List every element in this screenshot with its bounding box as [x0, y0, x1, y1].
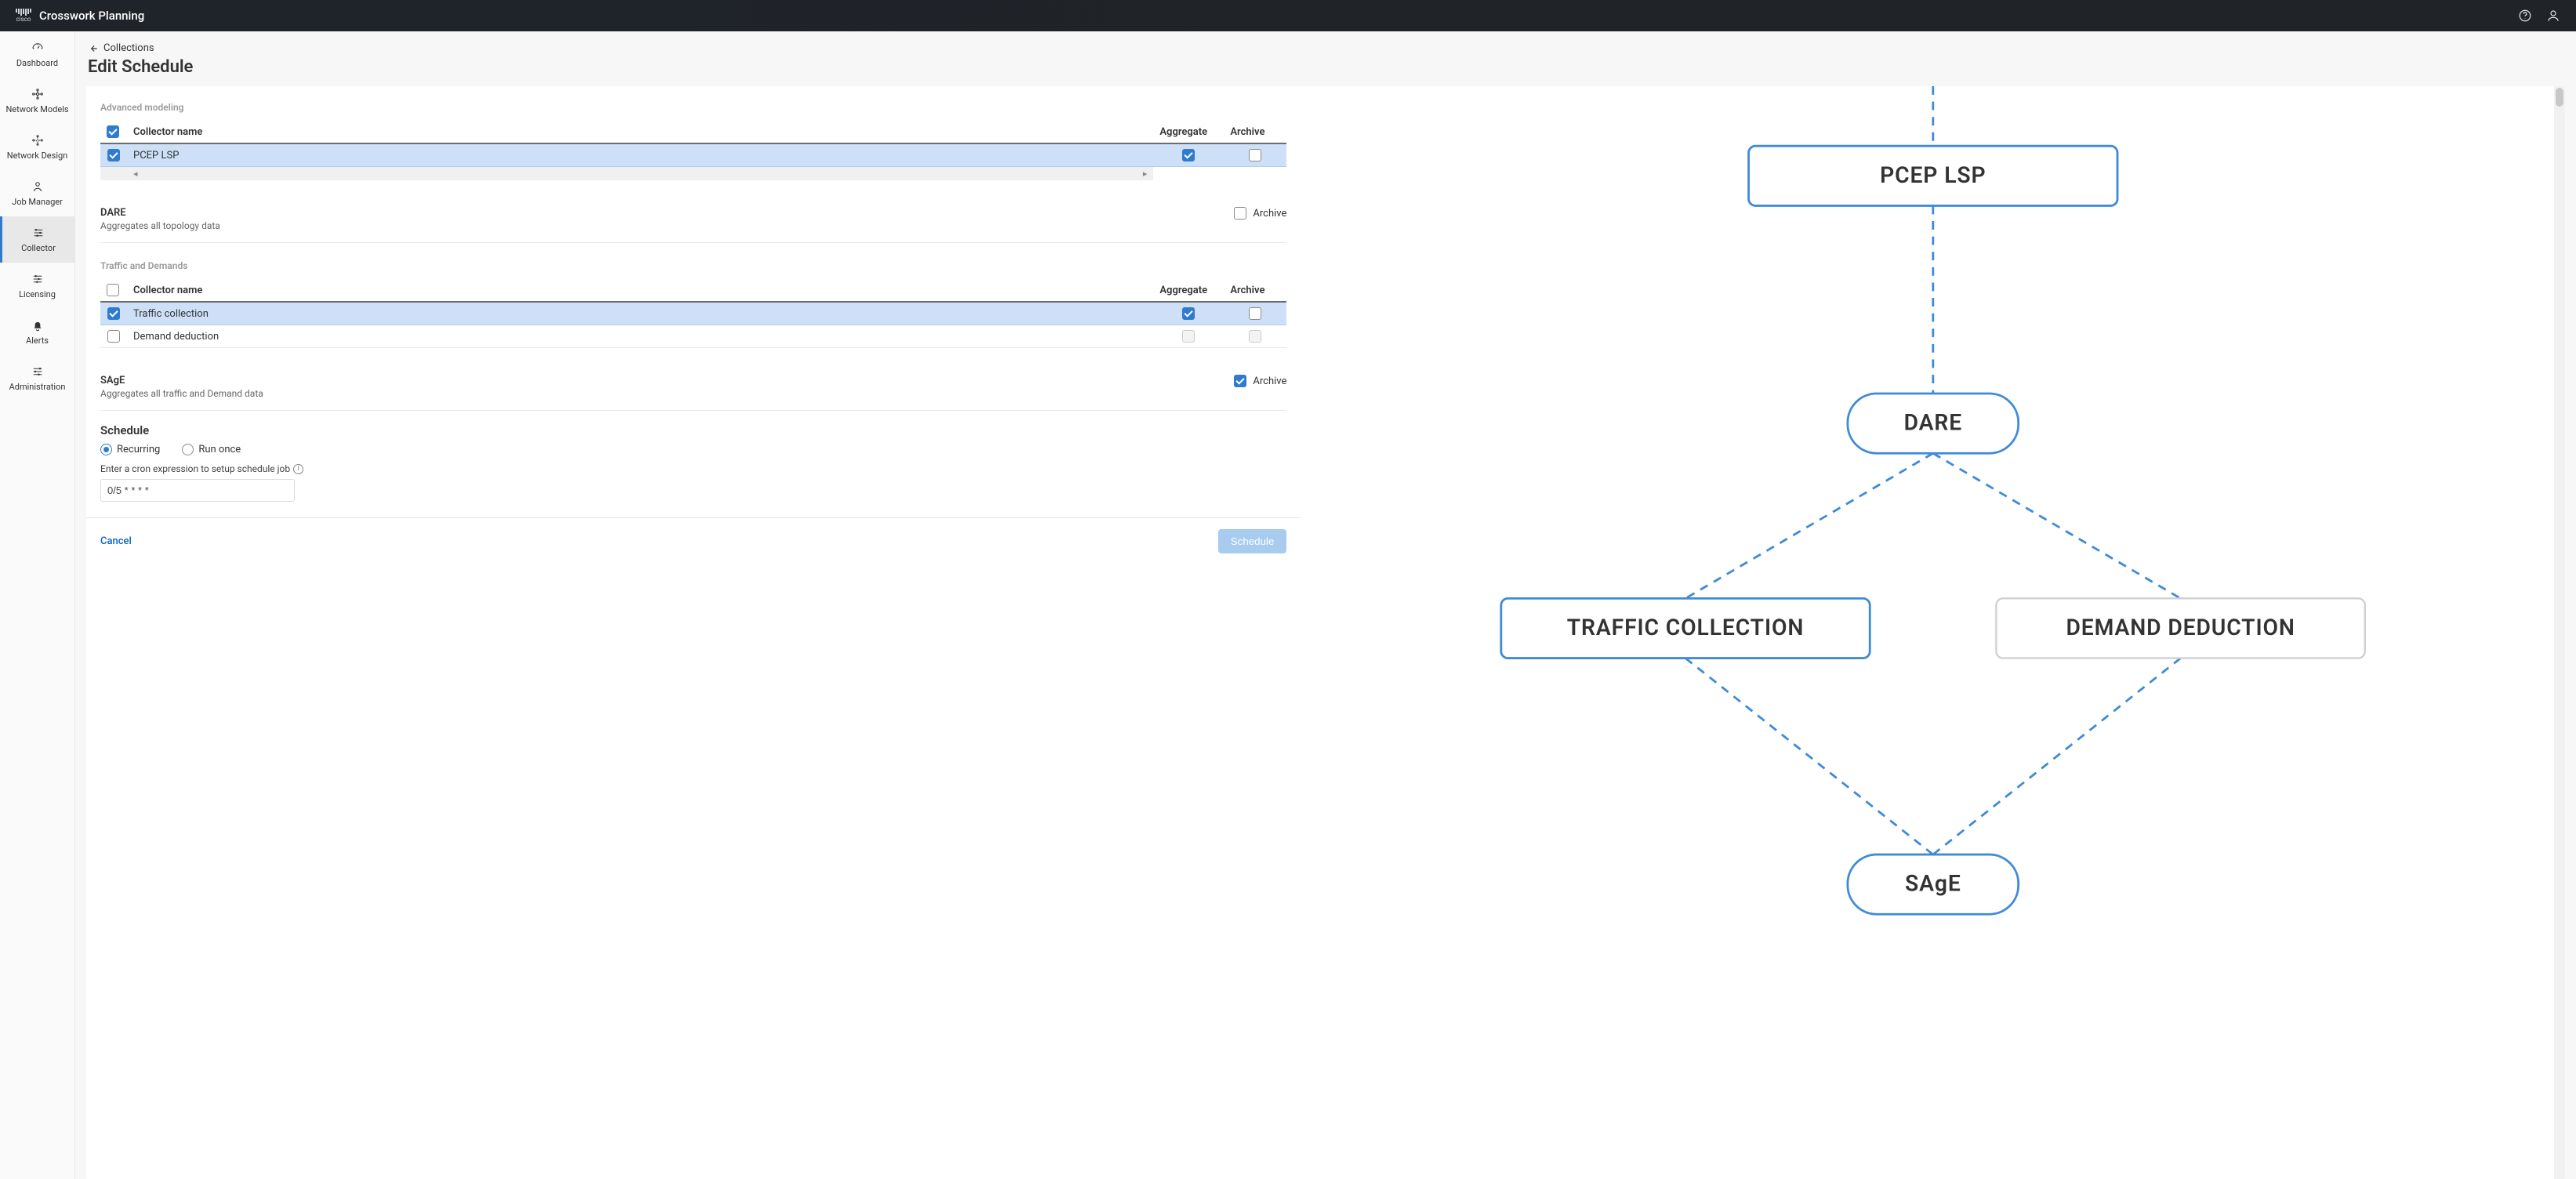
sage-archive-label: Archive: [1253, 375, 1286, 387]
advanced-col-aggregate: Aggregate: [1153, 121, 1224, 143]
nav-job-manager[interactable]: Job Manager: [0, 170, 74, 216]
schedule-title: Schedule: [100, 423, 1286, 437]
traffic-row-collection-aggregate[interactable]: [1182, 307, 1195, 320]
traffic-col-name: Collector name: [127, 279, 1153, 302]
nav-collector-label: Collector: [21, 243, 56, 253]
advanced-head-checkbox[interactable]: [107, 125, 119, 138]
dare-desc: Aggregates all topology data: [100, 220, 220, 231]
diagram-node-dare: DARE: [1904, 410, 1962, 436]
traffic-row-demand-checkbox[interactable]: [107, 330, 120, 343]
section-advanced-title: Advanced modeling: [100, 102, 1286, 113]
licensing-icon: [31, 272, 45, 286]
traffic-row-collection-checkbox[interactable]: [107, 307, 120, 320]
traffic-col-archive: Archive: [1224, 279, 1286, 302]
traffic-row-demand[interactable]: Demand deduction: [100, 325, 1286, 348]
collector-icon: [31, 226, 45, 240]
info-icon[interactable]: i: [293, 464, 303, 474]
content-card: Advanced modeling Collector name Aggrega…: [86, 86, 2565, 1179]
user-icon[interactable]: [2546, 9, 2560, 23]
sage-archive-checkbox[interactable]: [1234, 375, 1246, 387]
brand-sub: cisco: [16, 16, 31, 23]
scroll-left-icon[interactable]: ◂: [133, 169, 138, 179]
traffic-row-demand-name: Demand deduction: [127, 325, 1153, 348]
advanced-table: Collector name Aggregate Archive PCEP LS…: [100, 121, 1286, 180]
radio-runonce[interactable]: Run once: [182, 444, 241, 455]
nav-alerts[interactable]: Alerts: [0, 309, 74, 355]
main: Collections Edit Schedule Advanced model…: [75, 31, 2576, 1179]
scrollbar-thumb[interactable]: [2556, 88, 2563, 107]
cancel-button[interactable]: Cancel: [100, 535, 132, 547]
nav-collector[interactable]: Collector: [0, 216, 74, 263]
side-nav: Dashboard Network Models Network Design …: [0, 31, 75, 1179]
advanced-col-archive: Archive: [1224, 121, 1286, 143]
dare-row: DARE Aggregates all topology data Archiv…: [100, 196, 1286, 243]
job-manager-icon: [31, 180, 45, 194]
bell-icon: [31, 318, 45, 332]
nav-licensing[interactable]: Licensing: [0, 263, 74, 309]
traffic-head-checkbox[interactable]: [107, 284, 119, 296]
dare-title: DARE: [100, 207, 220, 219]
nav-network-design[interactable]: Network Design: [0, 124, 74, 170]
breadcrumb-back[interactable]: Collections: [88, 42, 2565, 54]
dependency-diagram: PCEP LSP DARE TRAFFIC COLLECTION DEMAND …: [1301, 86, 2565, 1179]
dashboard-icon: [31, 41, 45, 55]
help-icon[interactable]: [2518, 9, 2532, 23]
cron-input[interactable]: [100, 479, 295, 502]
schedule-section: Schedule Recurring Run once Enter a cron…: [100, 423, 1286, 502]
traffic-row-collection-archive[interactable]: [1249, 307, 1261, 320]
nav-dashboard-label: Dashboard: [16, 58, 58, 68]
nav-licensing-label: Licensing: [19, 289, 56, 299]
schedule-button[interactable]: Schedule: [1218, 529, 1287, 553]
diagram-node-demand: DEMAND DEDUCTION: [2066, 615, 2295, 640]
advanced-row-pcep-aggregate[interactable]: [1182, 149, 1195, 161]
network-design-icon: [31, 133, 45, 147]
advanced-row-pcep[interactable]: PCEP LSP: [100, 143, 1286, 167]
network-models-icon: [31, 87, 45, 101]
radio-recurring[interactable]: Recurring: [100, 444, 160, 455]
footer: Cancel Schedule: [86, 517, 1301, 564]
brand-logo: cisco: [16, 9, 31, 23]
diagram-pane: PCEP LSP DARE TRAFFIC COLLECTION DEMAND …: [1301, 86, 2565, 1179]
nav-job-manager-label: Job Manager: [12, 197, 63, 207]
nav-network-models[interactable]: Network Models: [0, 78, 74, 124]
traffic-row-collection[interactable]: Traffic collection: [100, 302, 1286, 325]
administration-icon: [31, 365, 45, 379]
advanced-row-pcep-checkbox[interactable]: [107, 149, 120, 161]
traffic-row-demand-aggregate: [1182, 330, 1195, 343]
section-traffic-title: Traffic and Demands: [100, 260, 1286, 271]
dare-archive-label: Archive: [1253, 208, 1286, 219]
diagram-node-sage: SAgE: [1905, 871, 1961, 897]
sage-row: SAgE Aggregates all traffic and Demand d…: [100, 364, 1286, 411]
radio-recurring-label: Recurring: [117, 444, 160, 455]
app-header: cisco Crosswork Planning: [0, 0, 2576, 31]
sage-title: SAgE: [100, 375, 263, 386]
app-title: Crosswork Planning: [39, 9, 144, 23]
dare-archive-checkbox[interactable]: [1234, 207, 1246, 219]
sage-desc: Aggregates all traffic and Demand data: [100, 388, 263, 399]
nav-alerts-label: Alerts: [26, 336, 49, 346]
cron-hint: Enter a cron expression to setup schedul…: [100, 463, 290, 474]
arrow-left-icon: [88, 43, 99, 54]
nav-network-design-label: Network Design: [7, 151, 68, 161]
page-title: Edit Schedule: [88, 57, 2565, 77]
traffic-col-aggregate: Aggregate: [1153, 279, 1224, 302]
breadcrumb-label: Collections: [103, 42, 154, 54]
traffic-row-collection-name: Traffic collection: [127, 302, 1153, 325]
left-pane: Advanced modeling Collector name Aggrega…: [86, 86, 1301, 1179]
nav-administration[interactable]: Administration: [0, 355, 74, 401]
traffic-row-demand-archive: [1249, 330, 1261, 343]
advanced-row-pcep-name: PCEP LSP: [127, 143, 1153, 167]
nav-administration-label: Administration: [9, 382, 66, 392]
radio-runonce-label: Run once: [198, 444, 241, 455]
traffic-table: Collector name Aggregate Archive Traffic…: [100, 279, 1286, 348]
scrollbar[interactable]: [2554, 86, 2565, 1179]
diagram-node-pcep: PCEP LSP: [1880, 162, 1986, 188]
diagram-node-traffic: TRAFFIC COLLECTION: [1567, 615, 1804, 640]
nav-dashboard[interactable]: Dashboard: [0, 31, 74, 78]
advanced-col-name: Collector name: [127, 121, 1153, 143]
advanced-row-pcep-archive[interactable]: [1249, 149, 1261, 161]
scroll-right-icon[interactable]: ▸: [1143, 169, 1148, 179]
nav-network-models-label: Network Models: [5, 104, 68, 114]
